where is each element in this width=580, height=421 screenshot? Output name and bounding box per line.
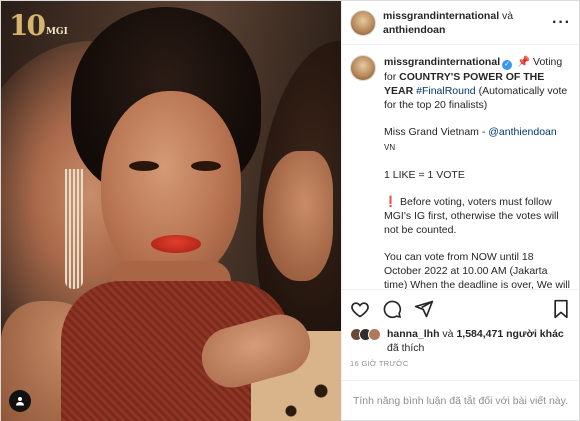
photo-eye-right bbox=[191, 161, 221, 171]
post-header: missgrandinternational và anthiendoan ··… bbox=[342, 1, 579, 45]
photo-eye-left bbox=[129, 161, 159, 171]
header-authors: missgrandinternational và anthiendoan bbox=[383, 9, 541, 37]
send-icon[interactable] bbox=[414, 299, 434, 319]
tagged-users-button[interactable] bbox=[9, 390, 31, 412]
photo-earring bbox=[65, 169, 83, 289]
mgi-logo: 10 MGI bbox=[9, 9, 68, 42]
post-timestamp[interactable]: 16 GIỜ TRƯỚC bbox=[342, 355, 579, 368]
verified-badge-icon: ✓ bbox=[502, 60, 513, 70]
likes-suffix: đã thích bbox=[387, 342, 425, 354]
comment-input bbox=[350, 394, 571, 407]
comment-area bbox=[342, 380, 579, 420]
caption-warning: ❗ Before voting, voters must follow MGI'… bbox=[384, 195, 571, 237]
coauthor-username[interactable]: anthiendoan bbox=[383, 24, 445, 36]
caption-body: missgrandinternational ✓ 📌 Voting for COU… bbox=[384, 55, 571, 289]
country-code: VN bbox=[384, 143, 396, 152]
header-joiner: và bbox=[499, 9, 514, 22]
warning-icon: ❗ bbox=[384, 196, 398, 208]
bookmark-icon[interactable] bbox=[551, 299, 571, 319]
owner-username[interactable]: missgrandinternational bbox=[383, 10, 499, 22]
warning-text: Before voting, voters must follow MGI's … bbox=[384, 196, 559, 236]
photo-second-face bbox=[263, 151, 333, 281]
more-horizontal-icon[interactable]: ··· bbox=[548, 14, 571, 32]
photo-lips bbox=[151, 235, 201, 253]
pin-icon: 📌 bbox=[517, 56, 531, 68]
first-liker[interactable]: hanna_lhh bbox=[387, 328, 440, 340]
heart-icon[interactable] bbox=[350, 299, 370, 319]
likes-summary: hanna_lhh và 1,584,471 người khác đã thí… bbox=[342, 327, 579, 355]
contestant-prefix: Miss Grand Vietnam - bbox=[384, 126, 489, 138]
post-side-panel: missgrandinternational và anthiendoan ··… bbox=[341, 1, 579, 420]
post-caption: missgrandinternational ✓ 📌 Voting for COU… bbox=[342, 45, 579, 289]
comment-icon[interactable] bbox=[382, 299, 402, 319]
owner-avatar[interactable] bbox=[350, 9, 376, 36]
caption-author[interactable]: missgrandinternational bbox=[384, 56, 500, 68]
post-actions bbox=[342, 289, 579, 327]
likes-text: hanna_lhh và 1,584,471 người khác đã thí… bbox=[383, 327, 571, 355]
caption-hashtag[interactable]: #FinalRound bbox=[416, 85, 476, 97]
caption-avatar[interactable] bbox=[350, 55, 376, 81]
caption-deadline: You can vote from NOW until 18 October 2… bbox=[384, 251, 570, 289]
likes-joiner: và bbox=[439, 328, 457, 340]
post-photo[interactable]: 10 MGI bbox=[1, 1, 341, 421]
post-window: 10 MGI missgrandinternational và anthien… bbox=[0, 0, 580, 421]
logo-number: 10 bbox=[9, 9, 46, 42]
liker-avatars bbox=[350, 328, 381, 341]
likes-count[interactable]: 1,584,471 người khác bbox=[456, 328, 563, 340]
user-icon bbox=[16, 397, 24, 406]
liker-avatar bbox=[368, 328, 381, 341]
caption-rule: 1 LIKE = 1 VOTE bbox=[384, 169, 465, 181]
contestant-handle[interactable]: @anthiendoan bbox=[488, 126, 556, 138]
caption-contestant: Miss Grand Vietnam - @anthiendoan VN bbox=[384, 125, 571, 155]
logo-brand: MGI bbox=[45, 26, 68, 37]
